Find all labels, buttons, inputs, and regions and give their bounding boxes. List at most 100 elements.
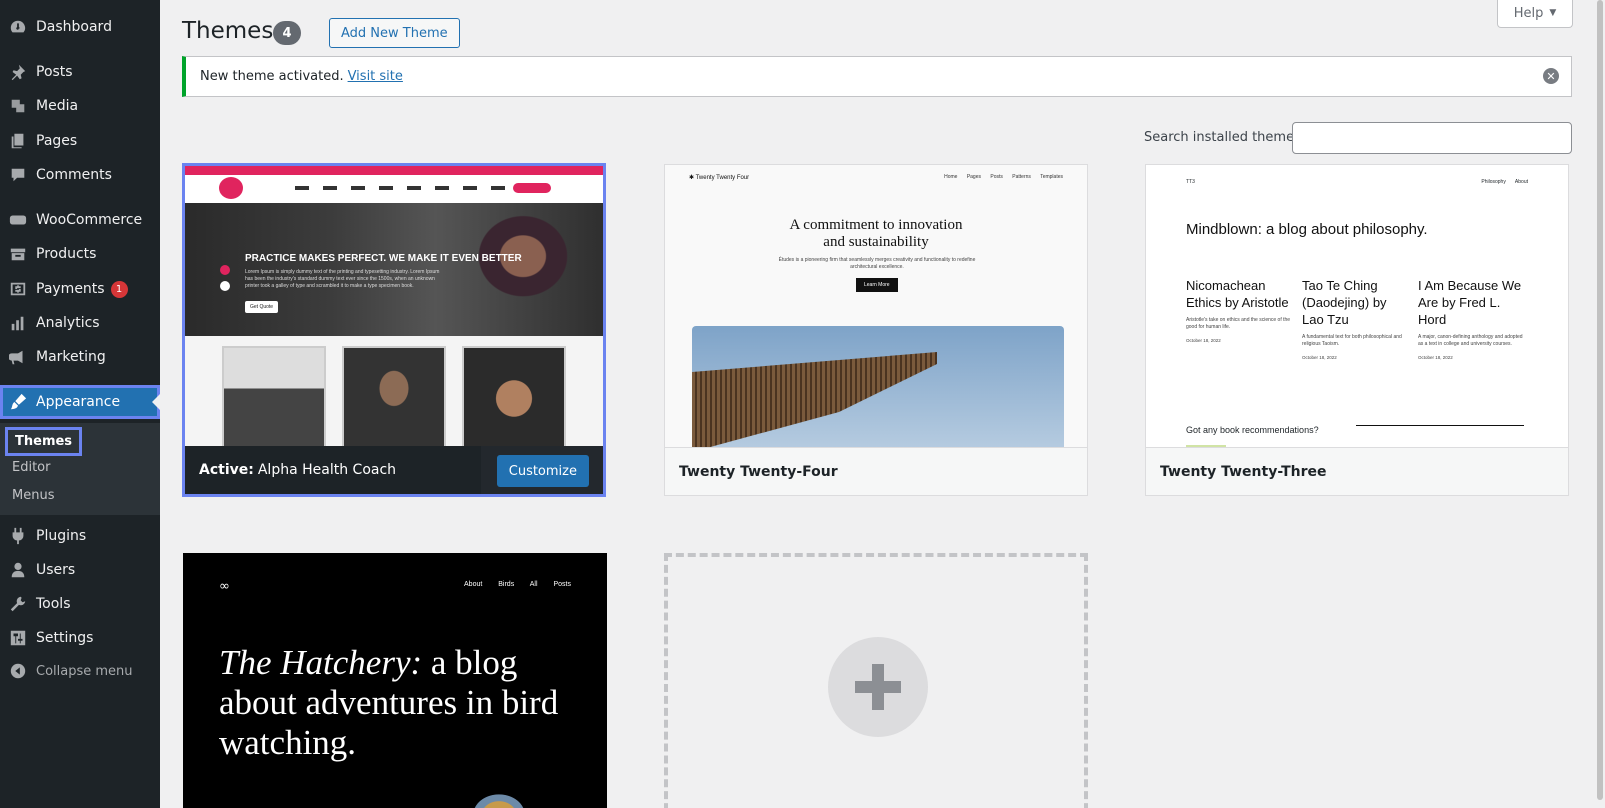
sidebar-item-users[interactable]: Users xyxy=(0,553,160,587)
screenshot-text: Lorem Ipsum is simply dummy text of the … xyxy=(245,269,440,289)
sidebar-item-posts[interactable]: Posts xyxy=(0,55,160,89)
theme-card-hatchery[interactable]: ∞ About Birds All Posts The Hatchery: a … xyxy=(183,553,607,808)
headline-italic: The Hatchery: xyxy=(219,643,423,682)
sidebar-item-woocommerce[interactable]: WooCommerce xyxy=(0,203,160,237)
sliders-icon xyxy=(0,629,36,647)
post-title: Nicomachean Ethics by Aristotle xyxy=(1186,278,1289,310)
post-title: Tao Te Ching (Daodejing) by Lao Tzu xyxy=(1302,278,1387,327)
dashboard-icon xyxy=(0,18,36,36)
theme-name-bar: Active: Alpha Health Coach Customize xyxy=(185,446,603,494)
screenshot-menu: Philosophy About xyxy=(1481,179,1528,185)
sidebar-item-tools[interactable]: Tools xyxy=(0,587,160,621)
heart-logo-icon xyxy=(219,177,243,199)
brush-icon xyxy=(0,393,36,411)
theme-name: Alpha Health Coach xyxy=(257,462,397,478)
help-tab-button[interactable]: Help ▼ xyxy=(1497,0,1573,28)
sidebar-item-comments[interactable]: Comments xyxy=(0,158,160,192)
collapse-icon xyxy=(0,662,36,680)
screenshot-footer: Got any book recommendations? xyxy=(1186,425,1319,435)
theme-count-badge: 4 xyxy=(273,21,301,45)
screenshot-button: Learn More xyxy=(856,278,898,292)
bar-chart-icon xyxy=(0,314,36,332)
sidebar-item-label: Pages xyxy=(36,133,78,149)
sidebar-item-label: Payments xyxy=(36,281,105,297)
bird-image xyxy=(459,783,539,808)
wrench-icon xyxy=(0,595,36,613)
sidebar-item-label: Media xyxy=(36,98,79,114)
theme-screenshot: ✱ Twenty Twenty Four Home Pages Posts Pa… xyxy=(665,165,1087,448)
screenshot-headline: and sustainability xyxy=(823,234,929,250)
theme-card-alpha-health-coach[interactable]: PRACTICE MAKES PERFECT. WE MAKE IT EVEN … xyxy=(182,163,606,497)
theme-name: Twenty Twenty-Four xyxy=(665,447,1087,495)
sidebar-item-marketing[interactable]: Marketing xyxy=(0,340,160,374)
payments-badge: 1 xyxy=(110,280,128,298)
theme-activated-notice: New theme activated. Visit site ✕ xyxy=(182,56,1572,97)
screenshot-menu: About Birds All Posts xyxy=(464,581,571,588)
theme-screenshot: PRACTICE MAKES PERFECT. WE MAKE IT EVEN … xyxy=(185,166,603,449)
add-new-theme-button[interactable]: Add New Theme xyxy=(329,18,460,48)
submenu-editor[interactable]: Editor xyxy=(12,460,50,475)
add-new-theme-card[interactable] xyxy=(664,553,1088,808)
pin-icon xyxy=(0,63,36,81)
sidebar-item-label: Tools xyxy=(36,596,71,612)
sidebar-item-appearance[interactable]: Appearance xyxy=(0,385,160,419)
sidebar-item-label: Dashboard xyxy=(36,19,112,35)
sidebar-item-label: Marketing xyxy=(36,349,106,365)
sidebar-item-analytics[interactable]: Analytics xyxy=(0,306,160,340)
screenshot-headline: PRACTICE MAKES PERFECT. WE MAKE IT EVEN … xyxy=(245,253,522,264)
screenshot-menu: Home Pages Posts Patterns Templates xyxy=(944,174,1063,180)
theme-card-twenty-twenty-four[interactable]: ✱ Twenty Twenty Four Home Pages Posts Pa… xyxy=(664,164,1088,496)
active-prefix: Active: xyxy=(199,462,254,478)
woo-icon xyxy=(0,211,36,229)
pages-icon xyxy=(0,132,36,150)
sidebar-item-products[interactable]: Products xyxy=(0,237,160,271)
post-title: I Am Because We Are by Fred L. Hord xyxy=(1418,278,1522,327)
binoculars-icon: ∞ xyxy=(219,579,230,594)
collapse-menu-label: Collapse menu xyxy=(36,663,133,679)
money-icon xyxy=(0,280,36,298)
caret-down-icon: ▼ xyxy=(1549,8,1557,18)
search-themes-input[interactable] xyxy=(1292,122,1572,154)
sidebar-item-label: Analytics xyxy=(36,315,100,331)
screenshot-headline: A commitment to innovation xyxy=(789,217,963,233)
sidebar-item-plugins[interactable]: Plugins xyxy=(0,519,160,553)
dismiss-notice-icon[interactable]: ✕ xyxy=(1543,68,1559,84)
search-themes-label: Search installed themes xyxy=(1144,130,1301,145)
submenu-themes[interactable]: Themes xyxy=(5,427,83,456)
sidebar-item-label: Products xyxy=(36,246,97,262)
screenshot-headline: The Hatchery: a blog about adventures in… xyxy=(219,643,559,763)
screenshot-logo: TT3 xyxy=(1186,179,1195,185)
sidebar-item-dashboard[interactable]: Dashboard xyxy=(0,10,160,44)
sidebar-item-settings[interactable]: Settings xyxy=(0,621,160,655)
admin-sidebar: Dashboard Posts Media Pages Comments Woo… xyxy=(0,0,160,808)
sidebar-item-pages[interactable]: Pages xyxy=(0,124,160,158)
sidebar-item-media[interactable]: Media xyxy=(0,89,160,123)
sidebar-item-label: Plugins xyxy=(36,528,87,544)
page-title: Themes xyxy=(182,18,274,44)
appearance-submenu: Themes Editor Menus xyxy=(0,423,160,515)
customize-button[interactable]: Customize xyxy=(496,455,589,487)
post-date: October 18, 2022 xyxy=(1418,355,1453,360)
sidebar-item-label: Settings xyxy=(36,630,94,646)
collapse-menu-button[interactable]: Collapse menu xyxy=(0,654,160,688)
plug-icon xyxy=(0,527,36,545)
screenshot-text: Études is a pioneering firm that seamles… xyxy=(778,257,976,270)
visit-site-link[interactable]: Visit site xyxy=(348,69,403,84)
screenshot-button: Get Quote xyxy=(245,301,279,313)
submenu-menus[interactable]: Menus xyxy=(12,488,54,503)
sidebar-item-label: Posts xyxy=(36,64,73,80)
post-excerpt: Aristotle's take on ethics and the scien… xyxy=(1186,317,1291,330)
megaphone-icon xyxy=(0,348,36,366)
sidebar-item-payments[interactable]: Payments 1 xyxy=(0,272,160,306)
screenshot-logo: Twenty Twenty Four xyxy=(695,175,750,181)
sidebar-item-label: WooCommerce xyxy=(36,212,143,228)
comment-icon xyxy=(0,166,36,184)
building-image xyxy=(692,326,1064,448)
theme-name: Twenty Twenty-Three xyxy=(1146,447,1568,495)
scrollbar-thumb[interactable] xyxy=(1597,0,1603,800)
theme-card-twenty-twenty-three[interactable]: TT3 Philosophy About Mindblown: a blog a… xyxy=(1145,164,1569,496)
post-date: October 18, 2022 xyxy=(1186,338,1221,343)
scrollbar[interactable] xyxy=(1593,0,1605,808)
sidebar-item-label: Appearance xyxy=(36,394,121,410)
sidebar-item-label: Comments xyxy=(36,167,112,183)
